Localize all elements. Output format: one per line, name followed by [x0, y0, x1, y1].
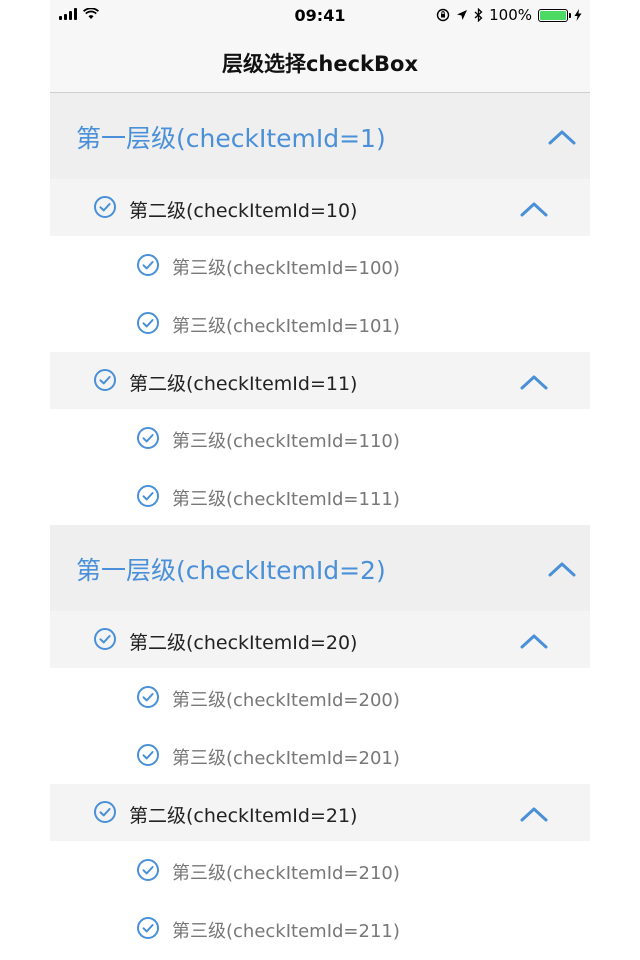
charging-icon	[574, 9, 582, 21]
level2-label: 第二级(checkItemId=21)	[129, 805, 358, 827]
check-circle-icon[interactable]	[136, 685, 160, 709]
check-circle-icon[interactable]	[136, 484, 160, 508]
level3-row[interactable]: 第三级(checkItemId=100)	[50, 236, 590, 294]
chevron-up-icon[interactable]	[520, 806, 548, 822]
level3-row[interactable]: 第三级(checkItemId=210)	[50, 841, 590, 899]
chevron-up-icon[interactable]	[548, 561, 576, 577]
check-circle-icon[interactable]	[136, 743, 160, 767]
level1-label: 第一层级(checkItemId=1)	[76, 124, 386, 153]
level3-label: 第三级(checkItemId=111)	[172, 489, 400, 510]
level3-label: 第三级(checkItemId=100)	[172, 258, 400, 279]
chevron-up-icon[interactable]	[520, 633, 548, 649]
level3-label: 第三级(checkItemId=110)	[172, 431, 400, 452]
check-circle-icon[interactable]	[136, 311, 160, 335]
location-icon	[457, 10, 468, 20]
battery-percent: 100%	[489, 6, 532, 24]
check-circle-icon[interactable]	[136, 253, 160, 277]
level2-row[interactable]: 第二级(checkItemId=10)	[50, 179, 590, 236]
level2-row[interactable]: 第二级(checkItemId=21)	[50, 784, 590, 841]
check-circle-icon[interactable]	[93, 195, 117, 219]
level2-label: 第二级(checkItemId=11)	[129, 373, 358, 395]
check-circle-icon[interactable]	[136, 426, 160, 450]
level2-label: 第二级(checkItemId=10)	[129, 200, 358, 222]
level2-row[interactable]: 第二级(checkItemId=20)	[50, 611, 590, 668]
phone-screen: 09:41 100% 层级选择checkBox 第一层级(checkItemId…	[50, 0, 590, 960]
lock-rotation-icon	[436, 8, 450, 22]
level3-row[interactable]: 第三级(checkItemId=110)	[50, 409, 590, 467]
level1-row[interactable]: 第一层级(checkItemId=1)	[50, 93, 590, 179]
tree-list: 第一层级(checkItemId=1) 第二级(checkItemId=10) 第三…	[50, 93, 590, 957]
level1-label: 第一层级(checkItemId=2)	[76, 556, 386, 585]
level2-label: 第二级(checkItemId=20)	[129, 632, 358, 654]
level3-label: 第三级(checkItemId=210)	[172, 863, 400, 884]
level3-row[interactable]: 第三级(checkItemId=200)	[50, 668, 590, 726]
level3-label: 第三级(checkItemId=200)	[172, 690, 400, 711]
level3-row[interactable]: 第三级(checkItemId=211)	[50, 899, 590, 957]
check-circle-icon[interactable]	[93, 368, 117, 392]
level3-row[interactable]: 第三级(checkItemId=101)	[50, 294, 590, 352]
navigation-bar: 层级选择checkBox	[50, 32, 590, 93]
status-bar: 09:41 100%	[50, 0, 590, 32]
level3-label: 第三级(checkItemId=201)	[172, 748, 400, 769]
level3-label: 第三级(checkItemId=101)	[172, 316, 400, 337]
status-right: 100%	[436, 6, 582, 24]
check-circle-icon[interactable]	[136, 858, 160, 882]
page-title: 层级选择checkBox	[221, 52, 419, 76]
chevron-up-icon[interactable]	[548, 129, 576, 145]
check-circle-icon[interactable]	[93, 627, 117, 651]
chevron-up-icon[interactable]	[520, 374, 548, 390]
chevron-up-icon[interactable]	[520, 201, 548, 217]
level1-row[interactable]: 第一层级(checkItemId=2)	[50, 525, 590, 611]
level3-row[interactable]: 第三级(checkItemId=201)	[50, 726, 590, 784]
battery-icon	[538, 8, 571, 22]
check-circle-icon[interactable]	[93, 800, 117, 824]
check-circle-icon[interactable]	[136, 916, 160, 940]
level3-row[interactable]: 第三级(checkItemId=111)	[50, 467, 590, 525]
bluetooth-icon	[474, 8, 483, 22]
level2-row[interactable]: 第二级(checkItemId=11)	[50, 352, 590, 409]
level3-label: 第三级(checkItemId=211)	[172, 921, 400, 942]
